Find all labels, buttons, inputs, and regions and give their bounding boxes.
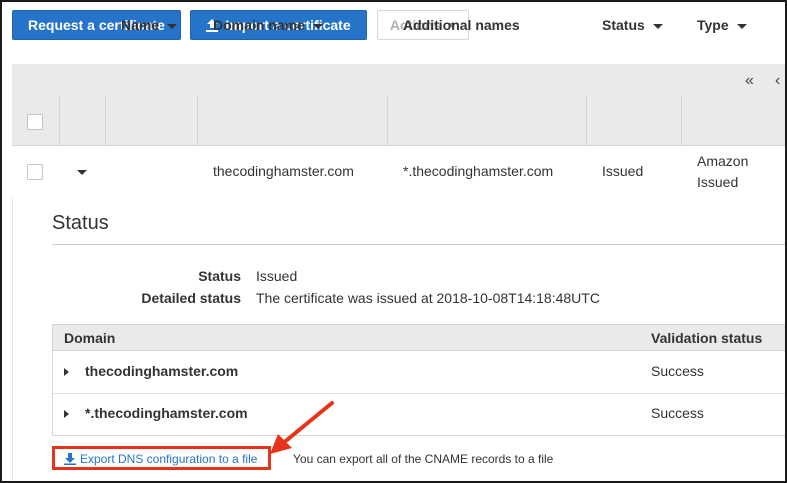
validation-row-status: Success (651, 363, 704, 379)
first-page-button[interactable]: « (745, 72, 754, 90)
column-header-name[interactable]: Name (121, 0, 178, 50)
column-divider (105, 96, 106, 146)
column-header-domain[interactable]: Domain name (213, 0, 323, 50)
column-header-additional-names[interactable]: Additional names (403, 0, 520, 50)
sort-down-icon (312, 23, 323, 29)
annotation-arrow-icon (270, 401, 334, 454)
column-divider (59, 96, 60, 146)
row-domain-name: thecodinghamster.com (213, 163, 354, 179)
column-header-status[interactable]: Status (602, 0, 663, 50)
status-value: Issued (256, 268, 298, 284)
download-icon (64, 453, 76, 465)
sort-down-icon (652, 23, 663, 29)
column-divider (681, 96, 682, 146)
column-header-type[interactable]: Type (697, 0, 747, 50)
validation-row-domain: *.thecodinghamster.com (85, 405, 248, 421)
select-all-checkbox[interactable] (27, 114, 43, 130)
expand-row-icon[interactable] (64, 368, 69, 376)
detail-section-title: Status (52, 212, 109, 234)
validation-row-domain: thecodinghamster.com (85, 363, 239, 379)
column-divider (197, 96, 198, 146)
validation-row-status: Success (651, 405, 704, 421)
row-additional-names: *.thecodinghamster.com (403, 163, 554, 179)
previous-page-button[interactable]: ‹ (775, 72, 780, 90)
row-divider (53, 393, 787, 394)
divider (52, 244, 787, 245)
collapse-row-icon[interactable] (77, 170, 87, 175)
sort-down-icon (167, 23, 178, 29)
row-type-line2: Issued (697, 174, 739, 190)
detailed-status-label: Detailed status (141, 290, 241, 306)
table-row[interactable] (12, 146, 787, 198)
column-divider (387, 96, 388, 146)
export-dns-link-label: Export DNS configuration to a file (80, 452, 258, 466)
expand-row-icon[interactable] (64, 410, 69, 418)
export-dns-link[interactable]: Export DNS configuration to a file (64, 452, 257, 466)
column-header-additional-label: Additional names (403, 17, 520, 33)
validation-header-status: Validation status (651, 330, 763, 346)
sort-down-icon (736, 23, 747, 29)
table-toolbar (12, 64, 787, 96)
column-header-type-label: Type (697, 17, 729, 33)
detailed-status-value: The certificate was issued at 2018-10-08… (256, 290, 600, 306)
validation-header-domain: Domain (64, 330, 116, 346)
column-header-name-label: Name (121, 17, 160, 33)
status-label: Status (198, 268, 241, 284)
column-header-domain-label: Domain name (213, 17, 305, 33)
table-header (12, 96, 787, 146)
row-type-line1: Amazon (697, 153, 749, 169)
row-checkbox[interactable] (27, 164, 43, 180)
row-status: Issued (602, 163, 644, 179)
column-header-status-label: Status (602, 17, 645, 33)
column-divider (586, 96, 587, 146)
